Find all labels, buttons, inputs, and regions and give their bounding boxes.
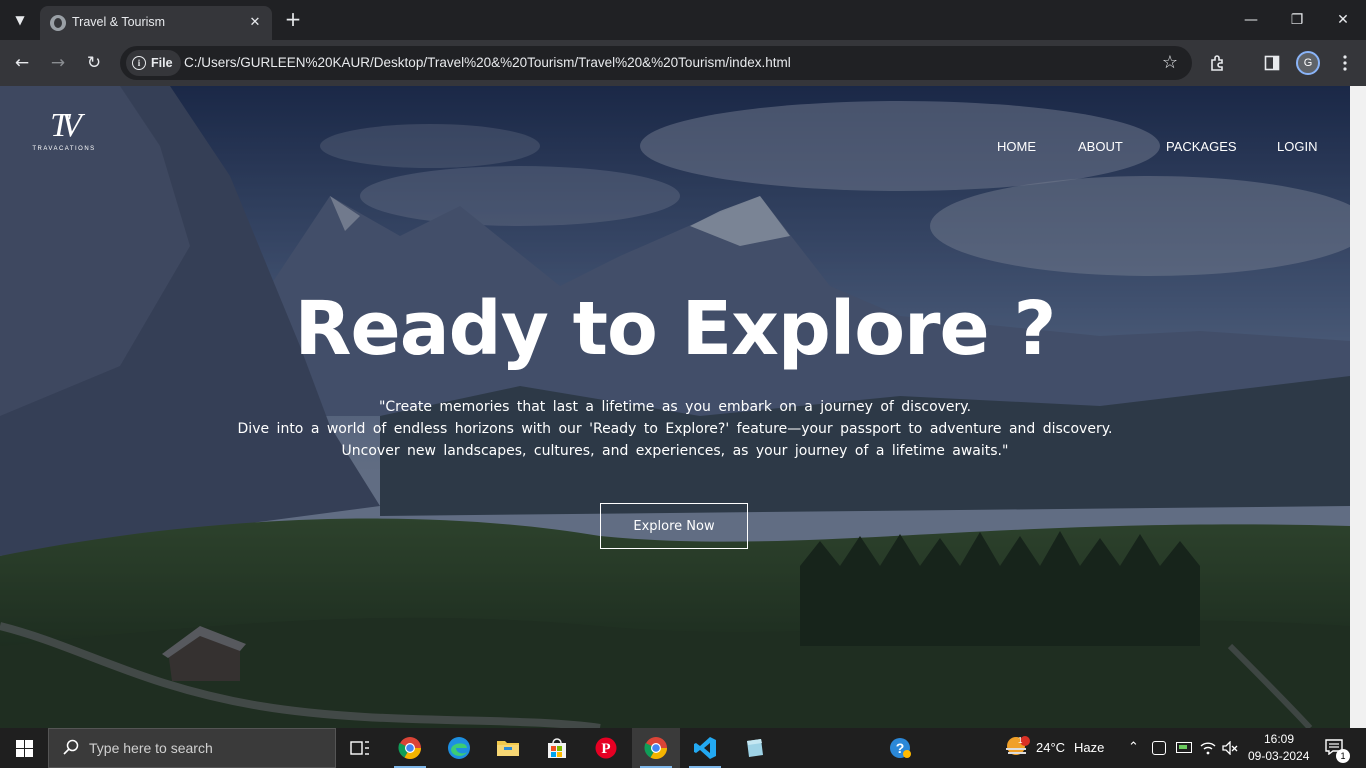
nav-packages-link[interactable]: PACKAGES [1166, 139, 1237, 154]
svg-text:P: P [601, 741, 610, 757]
extensions-icon[interactable] [1207, 52, 1229, 74]
taskbar-file-explorer-app[interactable] [484, 728, 532, 768]
taskbar-notes-app[interactable] [730, 728, 778, 768]
weather-alert-badge: 1 [1018, 736, 1023, 745]
weather-temperature: 24°C [1036, 740, 1066, 755]
battery-charging-icon[interactable] [1176, 742, 1192, 753]
weather-widget[interactable]: 1 24°C Haze [1000, 728, 1110, 768]
minimize-button[interactable]: — [1228, 0, 1274, 40]
bookmark-star-icon[interactable]: ☆ [1162, 52, 1178, 73]
tab-travel-tourism[interactable]: Travel & Tourism ✕ [40, 6, 272, 40]
tab-bar: ▼ Travel & Tourism ✕ + — ❐ ✕ [0, 0, 1366, 40]
close-window-button[interactable]: ✕ [1320, 0, 1366, 40]
taskbar-store-app[interactable] [533, 728, 581, 768]
new-tab-button[interactable]: + [282, 8, 304, 30]
back-button[interactable]: ← [10, 51, 34, 75]
vscode-icon [694, 737, 716, 759]
page-scrollbar[interactable] [1350, 86, 1366, 728]
notification-center-button[interactable]: 1 [1320, 728, 1366, 768]
help-icon: ? [890, 738, 911, 758]
page-viewport: TV TRAVACATIONS HOME ABOUT PACKAGES LOGI… [0, 86, 1350, 728]
taskbar-search-box[interactable]: Type here to search [48, 728, 336, 768]
address-bar[interactable]: i File C:/Users/GURLEEN%20KAUR/Desktop/T… [120, 46, 1192, 80]
tab-title: Travel & Tourism [72, 15, 166, 29]
svg-text:?: ? [896, 740, 905, 756]
folder-icon [497, 741, 519, 756]
search-icon [63, 739, 79, 755]
globe-icon [50, 15, 66, 31]
menu-kebab-icon[interactable] [1334, 52, 1356, 74]
taskbar-chrome-app-active[interactable] [632, 728, 680, 768]
restore-button[interactable]: ❐ [1274, 0, 1320, 40]
reload-button[interactable]: ↻ [82, 51, 106, 75]
taskbar-chrome-profile-app[interactable] [386, 728, 434, 768]
taskbar: Type here to search P ? 1 24°C Haze ⌃ 16… [0, 728, 1366, 768]
notes-app-icon [747, 739, 763, 757]
wifi-icon[interactable] [1200, 741, 1216, 755]
info-icon: i [132, 56, 146, 70]
chrome-icon [398, 737, 421, 759]
nav-login-link[interactable]: LOGIN [1277, 139, 1317, 154]
clock-date: 09-03-2024 [1248, 749, 1310, 763]
travacations-logo[interactable]: TV TRAVACATIONS [24, 108, 104, 153]
hero-text-line-3: Uncover new landscapes, cultures, and ex… [341, 443, 1009, 459]
weather-haze-icon [1006, 736, 1030, 755]
logo-mark: TV [50, 107, 82, 144]
side-panel-icon[interactable] [1261, 52, 1283, 74]
windows-start-button[interactable] [0, 728, 48, 768]
speaker-muted-icon[interactable] [1222, 741, 1238, 755]
explore-now-button[interactable]: Explore Now [600, 503, 748, 549]
hero-title: Ready to Explore ? [294, 286, 1057, 372]
clock-time: 16:09 [1264, 732, 1295, 746]
tab-close-icon[interactable]: ✕ [246, 13, 264, 31]
url-text[interactable]: C:/Users/GURLEEN%20KAUR/Desktop/Travel%2… [184, 55, 791, 70]
site-info-chip[interactable]: i File [126, 50, 181, 76]
windows-logo-icon [15, 739, 33, 757]
show-hidden-icons-chevron-icon[interactable]: ⌃ [1128, 739, 1139, 755]
site-info-label: File [151, 56, 173, 70]
edge-icon [448, 737, 470, 759]
chrome-icon [644, 737, 667, 759]
hero-text-line-2: Dive into a world of endless horizons wi… [237, 421, 1113, 437]
task-view-button[interactable] [336, 728, 384, 768]
profile-avatar[interactable]: G [1296, 51, 1320, 75]
taskbar-vscode-app[interactable] [681, 728, 729, 768]
logo-text: TRAVACATIONS [32, 146, 96, 152]
task-view-icon [350, 741, 369, 755]
taskbar-get-help-app[interactable]: ? [876, 728, 924, 768]
hero-text-line-1: "Create memories that last a lifetime as… [378, 399, 972, 415]
notification-count-badge: 1 [1336, 749, 1350, 763]
nav-about-link[interactable]: ABOUT [1078, 139, 1123, 154]
pinterest-icon: P [595, 737, 617, 759]
taskbar-edge-app[interactable] [435, 728, 483, 768]
browser-toolbar: ← → ↻ i File C:/Users/GURLEEN%20KAUR/Des… [0, 40, 1366, 86]
tab-search-chevron-icon[interactable]: ▼ [8, 8, 32, 32]
clock[interactable]: 16:09 09-03-2024 [1246, 728, 1316, 768]
microsoft-store-icon [548, 738, 566, 758]
search-placeholder: Type here to search [89, 740, 213, 756]
forward-button[interactable]: → [46, 51, 70, 75]
meet-now-icon[interactable] [1152, 741, 1166, 755]
taskbar-pinterest-app[interactable]: P [582, 728, 630, 768]
nav-home-link[interactable]: HOME [997, 139, 1036, 154]
weather-description: Haze [1074, 740, 1105, 755]
